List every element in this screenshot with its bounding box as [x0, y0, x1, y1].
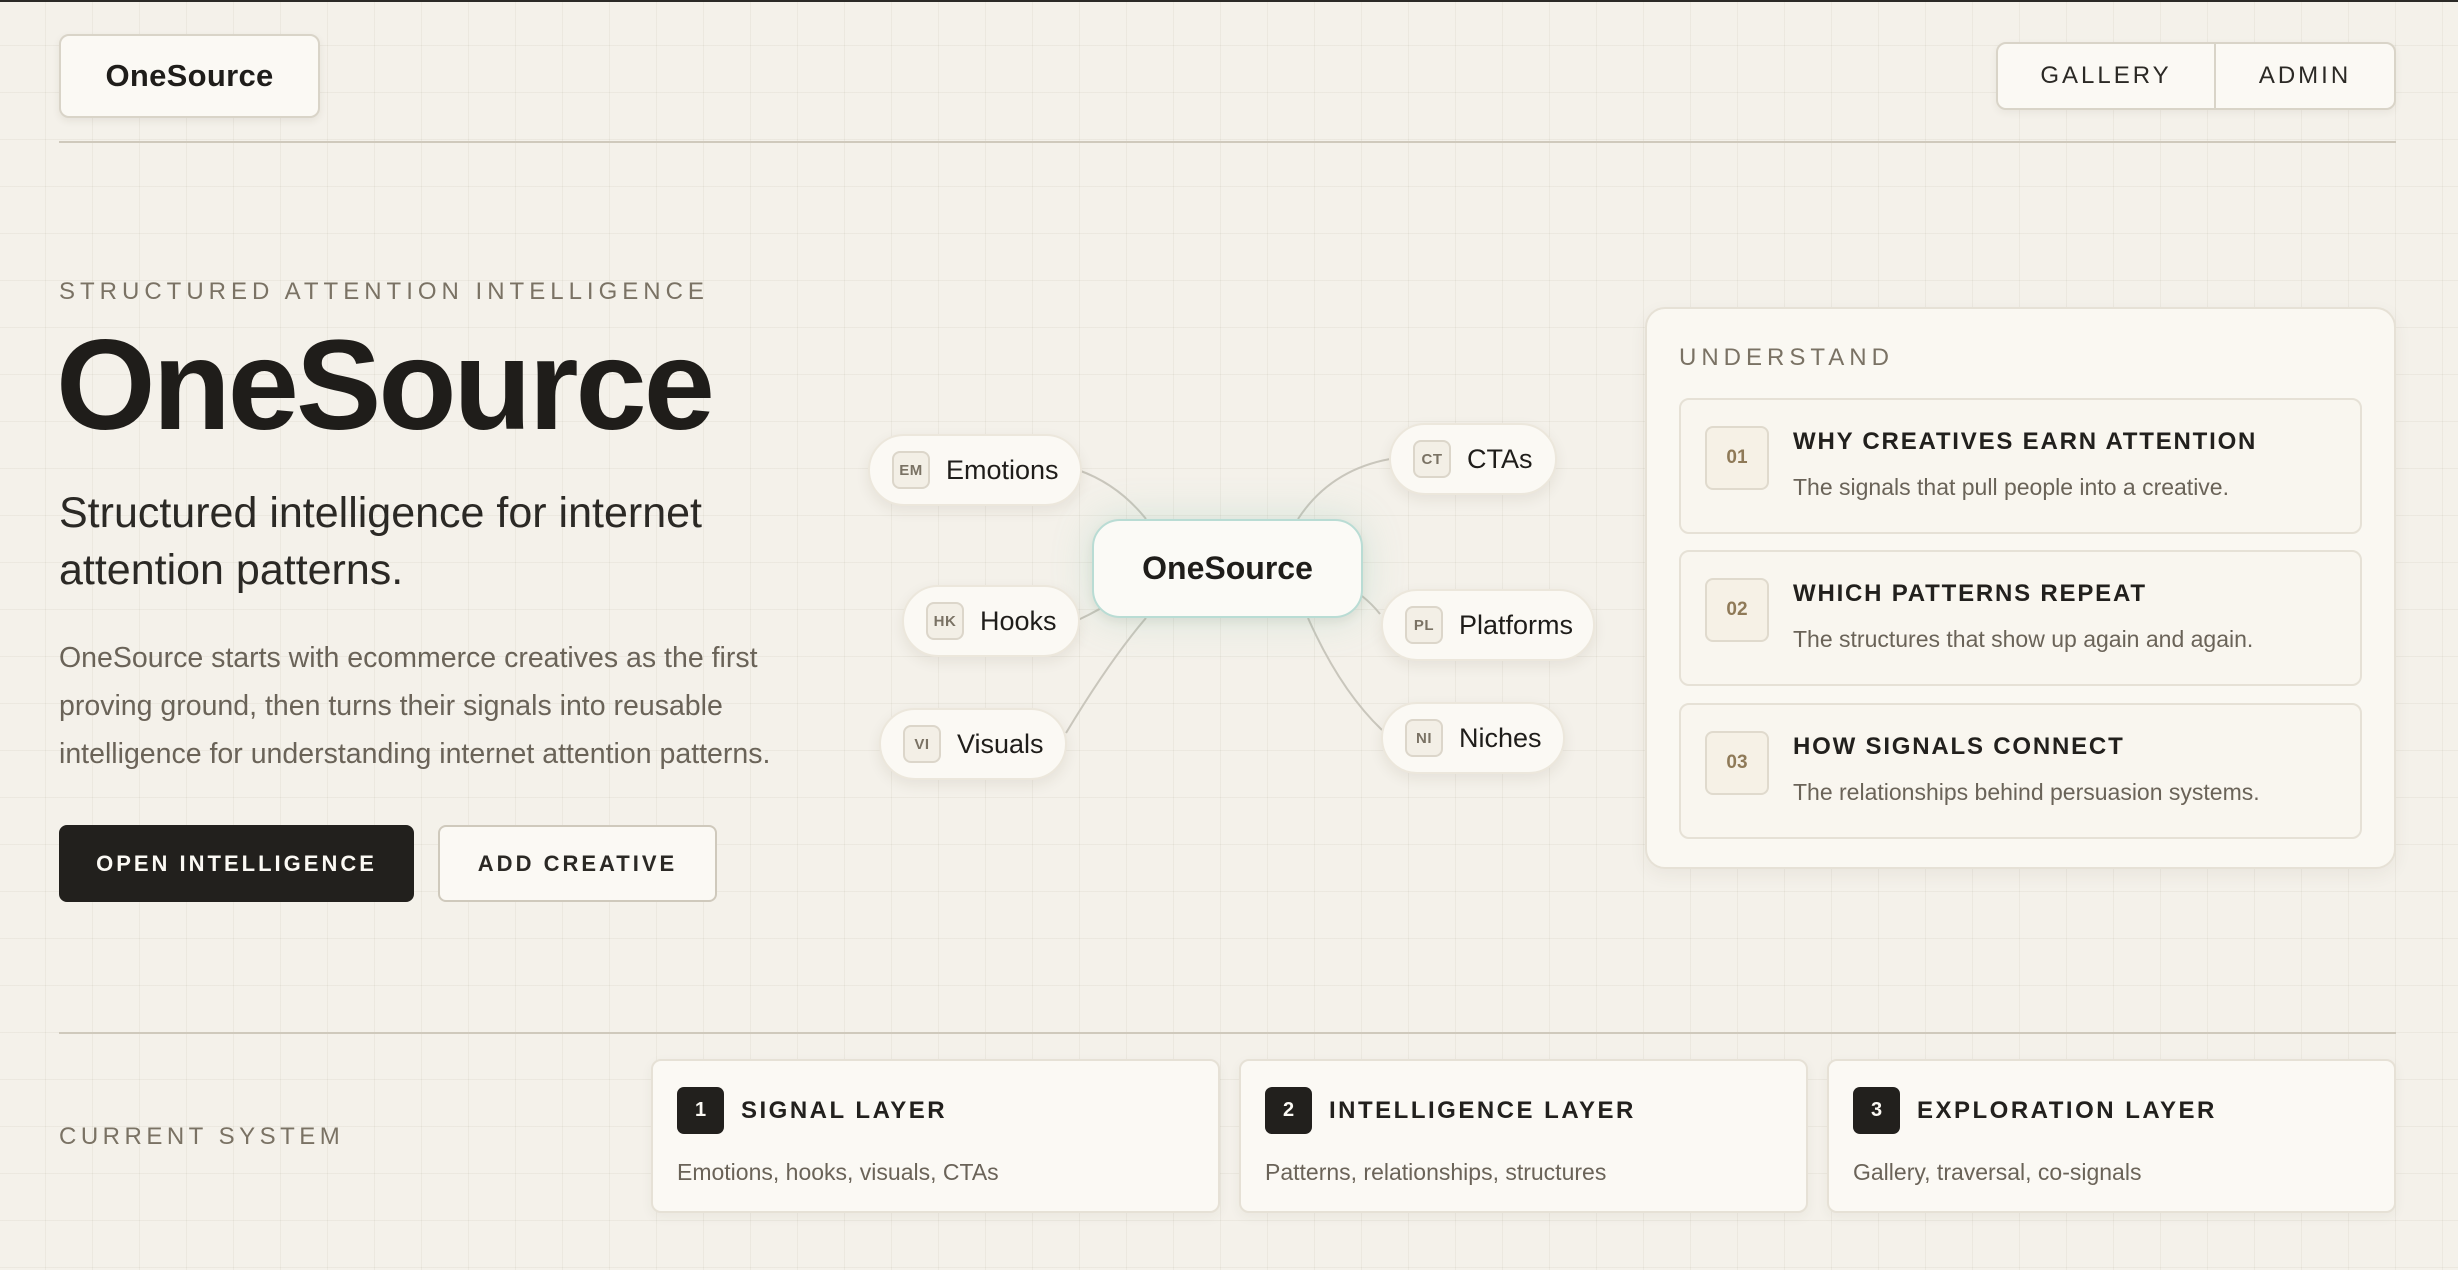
layer-title: SIGNAL LAYER — [741, 1097, 948, 1124]
card-number: 01 — [1705, 426, 1769, 490]
top-nav: GALLERY ADMIN — [1996, 42, 2396, 110]
platforms-tag: PL — [1405, 606, 1443, 644]
card-number: 02 — [1705, 578, 1769, 642]
open-intelligence-button[interactable]: OPEN INTELLIGENCE — [59, 825, 414, 902]
hero-eyebrow: STRUCTURED ATTENTION INTELLIGENCE — [59, 278, 709, 305]
emotions-tag: EM — [892, 451, 930, 489]
hooks-tag: HK — [926, 602, 964, 640]
current-system-label: CURRENT SYSTEM — [59, 1123, 345, 1150]
niches-tag: NI — [1405, 719, 1443, 757]
layer-number: 1 — [677, 1087, 724, 1134]
section-divider — [59, 1032, 2396, 1034]
ctas-label: CTAs — [1467, 443, 1533, 474]
graph-node-ctas[interactable]: CT CTAs — [1389, 423, 1557, 495]
add-creative-button[interactable]: ADD CREATIVE — [438, 825, 717, 902]
graph-center-node[interactable]: OneSource — [1092, 519, 1363, 618]
card-title: WHY CREATIVES EARN ATTENTION — [1793, 428, 2258, 455]
graph-node-visuals[interactable]: VI Visuals — [879, 708, 1067, 780]
card-description: The structures that show up again and ag… — [1793, 626, 2254, 652]
card-description: The relationships behind persuasion syst… — [1793, 779, 2260, 805]
hero-subtitle: Structured intelligence for internet att… — [59, 489, 702, 594]
card-number: 03 — [1705, 731, 1769, 795]
hooks-label: Hooks — [980, 605, 1057, 636]
hero-description: OneSource starts with ecommerce creative… — [59, 642, 771, 770]
layer-title: EXPLORATION LAYER — [1917, 1097, 2217, 1124]
emotions-label: Emotions — [946, 454, 1059, 485]
layer-description: Gallery, traversal, co-signals — [1853, 1159, 2142, 1185]
visuals-label: Visuals — [957, 728, 1044, 759]
layer-description: Emotions, hooks, visuals, CTAs — [677, 1159, 999, 1185]
layer-card-signal[interactable]: 1 SIGNAL LAYER Emotions, hooks, visuals,… — [651, 1059, 1220, 1213]
layer-card-exploration[interactable]: 3 EXPLORATION LAYER Gallery, traversal, … — [1827, 1059, 2396, 1213]
understand-title: UNDERSTAND — [1679, 344, 1894, 371]
platforms-label: Platforms — [1459, 609, 1574, 640]
understand-panel: UNDERSTAND 01 WHY CREATIVES EARN ATTENTI… — [1645, 307, 2396, 869]
understand-card-2[interactable]: 02 WHICH PATTERNS REPEAT The structures … — [1679, 550, 2362, 686]
logo[interactable]: OneSource — [59, 34, 320, 118]
graph-node-niches[interactable]: NI Niches — [1381, 702, 1565, 774]
nav-gallery-link[interactable]: GALLERY — [1998, 44, 2216, 108]
hero-title: OneSource — [56, 314, 715, 457]
card-title: HOW SIGNALS CONNECT — [1793, 733, 2125, 760]
layer-card-intelligence[interactable]: 2 INTELLIGENCE LAYER Patterns, relations… — [1239, 1059, 1808, 1213]
graph-node-platforms[interactable]: PL Platforms — [1381, 589, 1595, 661]
layer-number: 2 — [1265, 1087, 1312, 1134]
nav-admin-link[interactable]: ADMIN — [2216, 44, 2394, 108]
understand-card-1[interactable]: 01 WHY CREATIVES EARN ATTENTION The sign… — [1679, 398, 2362, 534]
graph-node-hooks[interactable]: HK Hooks — [902, 585, 1080, 657]
ctas-tag: CT — [1413, 440, 1451, 478]
card-description: The signals that pull people into a crea… — [1793, 474, 2229, 500]
layer-description: Patterns, relationships, structures — [1265, 1159, 1607, 1185]
understand-card-3[interactable]: 03 HOW SIGNALS CONNECT The relationships… — [1679, 703, 2362, 839]
card-title: WHICH PATTERNS REPEAT — [1793, 580, 2147, 607]
layer-title: INTELLIGENCE LAYER — [1329, 1097, 1636, 1124]
niches-label: Niches — [1459, 722, 1542, 753]
header-divider — [59, 141, 2396, 143]
visuals-tag: VI — [903, 725, 941, 763]
graph-node-emotions[interactable]: EM Emotions — [868, 434, 1082, 506]
layer-number: 3 — [1853, 1087, 1900, 1134]
